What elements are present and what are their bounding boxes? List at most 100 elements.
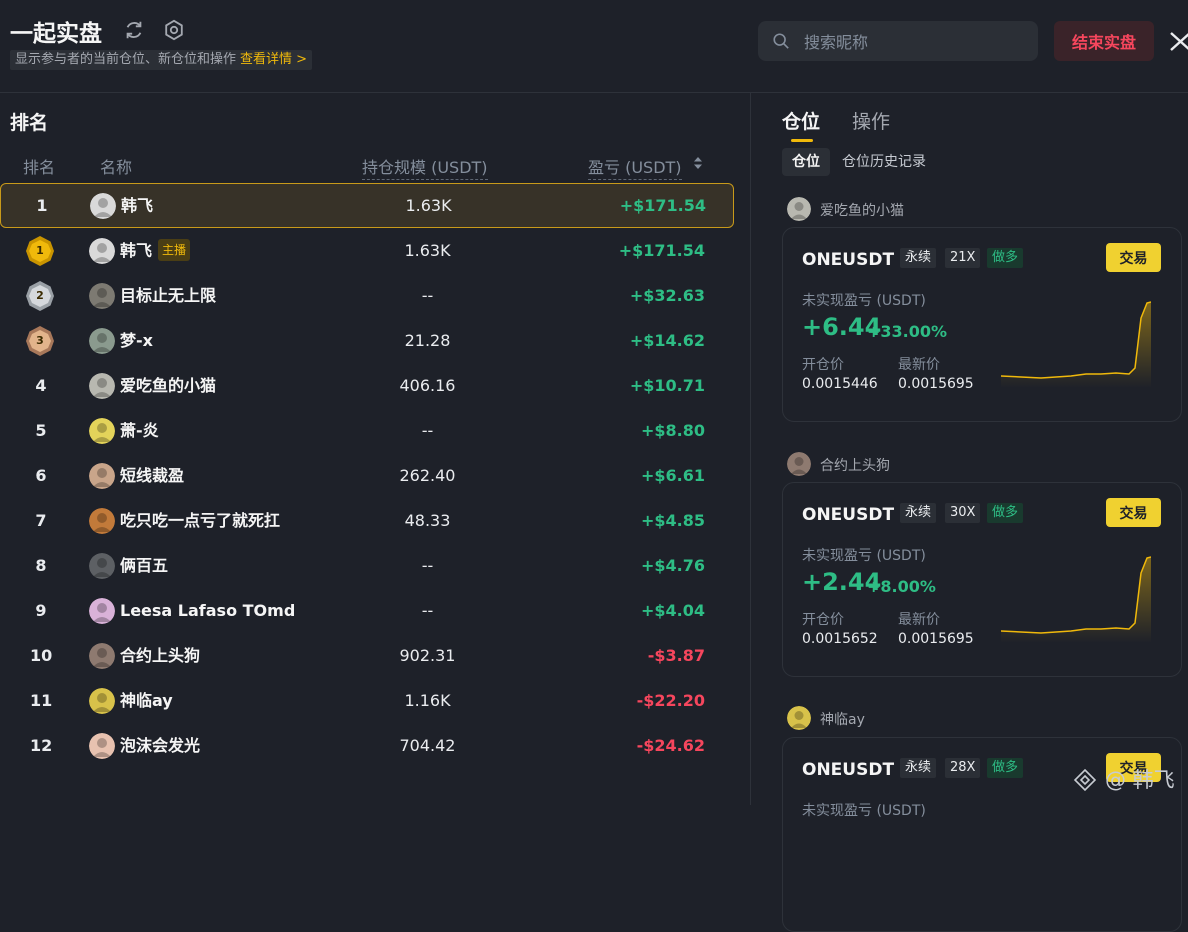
user-name-cell[interactable]: 吃只吃一点亏了就死扛 bbox=[120, 498, 280, 543]
owner-name: 爱吃鱼的小猫 bbox=[820, 203, 904, 219]
avatar[interactable] bbox=[89, 643, 115, 669]
position-size: 1.63K bbox=[404, 241, 451, 260]
avatar[interactable] bbox=[787, 706, 811, 730]
avatar[interactable] bbox=[89, 553, 115, 579]
tab-positions[interactable]: 仓位 bbox=[782, 107, 820, 134]
open-price-label: 开仓价 bbox=[802, 612, 844, 628]
user-name: 梦-x bbox=[120, 331, 153, 350]
avatar[interactable] bbox=[787, 197, 811, 221]
user-name-cell[interactable]: 萧-炎 bbox=[120, 408, 159, 453]
user-name-cell[interactable]: 梦-x bbox=[120, 318, 153, 363]
ranking-row[interactable]: 6 短线裁盈 262.40 +$6.61 bbox=[0, 453, 732, 498]
avatar[interactable] bbox=[89, 373, 115, 399]
unrealized-pnl-percent: +8.00% bbox=[867, 577, 936, 596]
avatar[interactable] bbox=[89, 238, 115, 264]
avatar[interactable] bbox=[89, 598, 115, 624]
bronze-medal-icon: 3 bbox=[24, 325, 56, 357]
pnl-value: -$22.20 bbox=[636, 691, 705, 710]
ranking-row[interactable]: 12 泡沫会发光 704.42 -$24.62 bbox=[0, 723, 732, 768]
user-name-cell[interactable]: 俩百五 bbox=[120, 543, 168, 588]
user-name-cell[interactable]: 韩飞 bbox=[121, 184, 153, 227]
symbol: ONEUSDT bbox=[802, 760, 895, 780]
page-title: 一起实盘 bbox=[10, 21, 102, 47]
avatar[interactable] bbox=[89, 688, 115, 714]
subtitle-bar: 显示参与者的当前仓位、新仓位和操作 查看详情 > bbox=[10, 50, 313, 70]
pnl-value: +$10.71 bbox=[629, 376, 705, 395]
subtab-current-positions[interactable]: 仓位 bbox=[782, 148, 830, 176]
avatar[interactable] bbox=[89, 463, 115, 489]
trade-button[interactable]: 交易 bbox=[1106, 243, 1161, 272]
col-header-pnl[interactable]: 盈亏 (USDT) bbox=[588, 154, 682, 180]
leverage-tag: 28X bbox=[945, 758, 981, 778]
user-name-cell[interactable]: 泡沫会发光 bbox=[120, 723, 200, 768]
rank-number: 6 bbox=[35, 466, 47, 485]
refresh-icon[interactable] bbox=[123, 19, 145, 41]
close-icon[interactable] bbox=[1168, 30, 1188, 52]
user-name: 泡沫会发光 bbox=[120, 736, 201, 755]
search-input[interactable] bbox=[802, 21, 1026, 63]
unrealized-pnl-label: 未实现盈亏 (USDT) bbox=[802, 548, 926, 564]
last-price-value: 0.0015695 bbox=[898, 631, 974, 647]
rank-number: 7 bbox=[35, 511, 47, 530]
gear-icon[interactable] bbox=[163, 19, 185, 41]
user-name: 短线裁盈 bbox=[120, 466, 185, 485]
ranking-row[interactable]: 5 萧-炎 -- +$8.80 bbox=[0, 408, 732, 453]
user-name-cell[interactable]: 目标止无上限 bbox=[120, 273, 216, 318]
open-price-value: 0.0015652 bbox=[802, 631, 878, 647]
leverage-tag: 30X bbox=[945, 503, 981, 523]
position-size: 902.31 bbox=[399, 646, 456, 665]
ranking-row[interactable]: 2 目标止无上限 -- +$32.63 bbox=[0, 273, 732, 318]
avatar[interactable] bbox=[89, 328, 115, 354]
ranking-row[interactable]: 1 韩飞 主播 1.63K +$171.54 bbox=[0, 228, 732, 273]
sort-icon[interactable] bbox=[693, 156, 703, 170]
end-live-button[interactable]: 结束实盘 bbox=[1054, 21, 1154, 61]
unrealized-pnl-percent: +33.00% bbox=[867, 322, 948, 341]
ranking-row[interactable]: 9 Leesa Lafaso TOmd -- +$4.04 bbox=[0, 588, 732, 633]
user-name-cell[interactable]: 神临ay bbox=[120, 678, 173, 723]
rank-number: 8 bbox=[35, 556, 47, 575]
ranking-row[interactable]: 10 合约上头狗 902.31 -$3.87 bbox=[0, 633, 732, 678]
position-size: -- bbox=[421, 286, 434, 305]
user-name-cell[interactable]: 韩飞 主播 bbox=[120, 228, 191, 273]
user-name-cell[interactable]: 合约上头狗 bbox=[120, 633, 200, 678]
contract-type-tag: 永续 bbox=[900, 503, 937, 523]
rank-number: 5 bbox=[35, 421, 47, 440]
ranking-row[interactable]: 11 神临ay 1.16K -$22.20 bbox=[0, 678, 732, 723]
user-name: Leesa Lafaso TOmd bbox=[120, 601, 296, 620]
tab-operations[interactable]: 操作 bbox=[852, 107, 890, 134]
user-name-cell[interactable]: 短线裁盈 bbox=[120, 453, 184, 498]
rank-number: 9 bbox=[35, 601, 47, 620]
subtab-position-history[interactable]: 仓位历史记录 bbox=[842, 148, 926, 176]
user-name: 韩飞 bbox=[121, 196, 154, 215]
pnl-value: +$171.54 bbox=[619, 196, 706, 215]
ranking-row[interactable]: 4 爱吃鱼的小猫 406.16 +$10.71 bbox=[0, 363, 732, 408]
user-name: 萧-炎 bbox=[120, 421, 159, 440]
trade-button[interactable]: 交易 bbox=[1106, 498, 1161, 527]
ranking-row[interactable]: 1 韩飞 1.63K +$171.54 bbox=[0, 183, 734, 228]
col-header-size[interactable]: 持仓规模 (USDT) bbox=[362, 154, 488, 180]
avatar[interactable] bbox=[89, 283, 115, 309]
ranking-row[interactable]: 8 俩百五 -- +$4.76 bbox=[0, 543, 732, 588]
pnl-value: +$32.63 bbox=[629, 286, 705, 305]
avatar[interactable] bbox=[89, 508, 115, 534]
user-name-cell[interactable]: 爱吃鱼的小猫 bbox=[120, 363, 216, 408]
ranking-row[interactable]: 3 梦-x 21.28 +$14.62 bbox=[0, 318, 732, 363]
avatar[interactable] bbox=[90, 193, 116, 219]
ranking-title: 排名 bbox=[10, 112, 49, 134]
direction-tag: 做多 bbox=[987, 758, 1024, 778]
details-link[interactable]: 查看详情 > bbox=[240, 52, 307, 67]
last-price-value: 0.0015695 bbox=[898, 376, 974, 392]
user-name: 韩飞 bbox=[120, 241, 153, 260]
user-name-cell[interactable]: Leesa Lafaso TOmd bbox=[120, 588, 295, 633]
avatar[interactable] bbox=[89, 418, 115, 444]
user-name: 合约上头狗 bbox=[120, 646, 201, 665]
silver-medal-icon: 2 bbox=[24, 280, 56, 312]
gold-medal-icon: 1 bbox=[24, 235, 56, 267]
pnl-value: -$24.62 bbox=[636, 736, 705, 755]
avatar[interactable] bbox=[89, 733, 115, 759]
search-box[interactable] bbox=[758, 21, 1038, 63]
unrealized-pnl-label: 未实现盈亏 (USDT) bbox=[802, 293, 926, 309]
avatar[interactable] bbox=[787, 452, 811, 476]
ranking-row[interactable]: 7 吃只吃一点亏了就死扛 48.33 +$4.85 bbox=[0, 498, 732, 543]
symbol: ONEUSDT bbox=[802, 250, 895, 270]
